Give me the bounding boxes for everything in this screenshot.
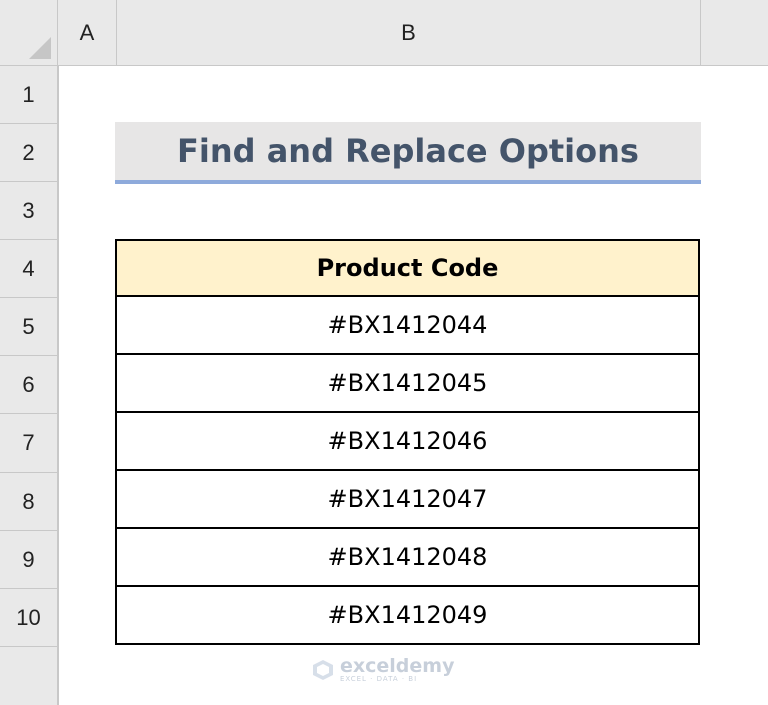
row-header-7[interactable]: 7 — [0, 414, 58, 473]
table-header-product-code[interactable]: Product Code — [115, 239, 700, 297]
select-all-button[interactable] — [0, 0, 58, 66]
row-header-9[interactable]: 9 — [0, 531, 58, 589]
row-header-1[interactable]: 1 — [0, 66, 58, 124]
select-all-triangle-icon — [29, 37, 51, 59]
watermark-name: exceldemy — [340, 655, 455, 677]
table-cell[interactable]: #BX1412046 — [115, 413, 700, 471]
exceldemy-watermark: exceldemy EXCEL · DATA · BI — [312, 657, 454, 683]
row-header-3[interactable]: 3 — [0, 182, 58, 240]
table-cell[interactable]: #BX1412045 — [115, 355, 700, 413]
row-header-8[interactable]: 8 — [0, 473, 58, 531]
table-cell[interactable]: #BX1412047 — [115, 471, 700, 529]
row-header-10[interactable]: 10 — [0, 589, 58, 647]
grid-line — [58, 66, 59, 705]
spreadsheet: A B 1 2 3 4 5 6 7 8 9 10 Find and Replac… — [0, 0, 768, 705]
sheet-title: Find and Replace Options — [115, 122, 701, 184]
row-header-2[interactable]: 2 — [0, 124, 58, 182]
row-header-5[interactable]: 5 — [0, 298, 58, 356]
table-cell[interactable]: #BX1412044 — [115, 297, 700, 355]
column-header-b[interactable]: B — [117, 0, 701, 66]
column-header-c[interactable] — [701, 0, 768, 66]
product-code-table: Product Code #BX1412044 #BX1412045 #BX14… — [115, 239, 700, 645]
row-header-11[interactable] — [0, 647, 58, 705]
exceldemy-logo-icon — [313, 660, 333, 680]
column-header-a[interactable]: A — [58, 0, 117, 66]
table-cell[interactable]: #BX1412049 — [115, 587, 700, 645]
table-cell[interactable]: #BX1412048 — [115, 529, 700, 587]
row-header-6[interactable]: 6 — [0, 356, 58, 414]
row-header-4[interactable]: 4 — [0, 240, 58, 298]
